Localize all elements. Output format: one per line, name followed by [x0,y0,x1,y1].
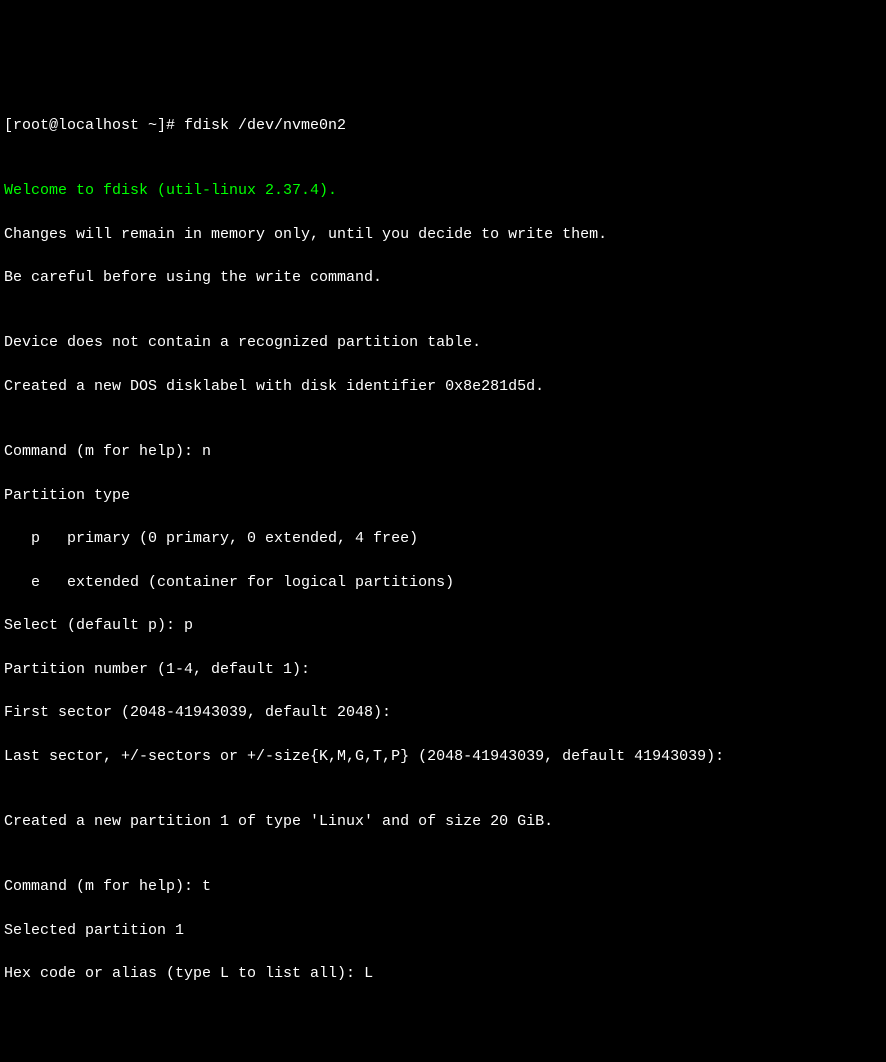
partition-option-extended: e extended (container for logical partit… [4,572,882,594]
user-input: L [364,963,373,985]
last-sector-prompt: Last sector, +/-sectors or +/-size{K,M,G… [4,746,882,768]
select-prompt-line: Select (default p): p [4,615,882,637]
user-input: p [184,615,193,637]
created-dos-label: Created a new DOS disklabel with disk id… [4,376,882,398]
hex-code-prompt-line: Hex code or alias (type L to list all): … [4,963,882,985]
first-sector-prompt: First sector (2048-41943039, default 204… [4,702,882,724]
terminal-output[interactable]: [root@localhost ~]# fdisk /dev/nvme0n2 W… [4,93,882,1007]
partition-option-primary: p primary (0 primary, 0 extended, 4 free… [4,528,882,550]
shell-prompt: [root@localhost ~]# [4,115,184,137]
command-prompt-line: Command (m for help): t [4,876,882,898]
shell-command: fdisk /dev/nvme0n2 [184,115,346,137]
changes-warning: Changes will remain in memory only, unti… [4,224,882,246]
user-input: t [202,876,211,898]
command-prompt-line: Command (m for help): n [4,441,882,463]
welcome-message: Welcome to fdisk (util-linux 2.37.4). [4,180,882,202]
shell-prompt-line: [root@localhost ~]# fdisk /dev/nvme0n2 [4,115,882,137]
partition-number-prompt: Partition number (1-4, default 1): [4,659,882,681]
created-partition-message: Created a new partition 1 of type 'Linux… [4,811,882,833]
user-input: n [202,441,211,463]
no-partition-table: Device does not contain a recognized par… [4,332,882,354]
fdisk-command-prompt: Command (m for help): [4,441,202,463]
careful-warning: Be careful before using the write comman… [4,267,882,289]
selected-partition-message: Selected partition 1 [4,920,882,942]
partition-type-header: Partition type [4,485,882,507]
select-prompt: Select (default p): [4,615,184,637]
fdisk-command-prompt: Command (m for help): [4,876,202,898]
hex-code-prompt: Hex code or alias (type L to list all): [4,963,364,985]
